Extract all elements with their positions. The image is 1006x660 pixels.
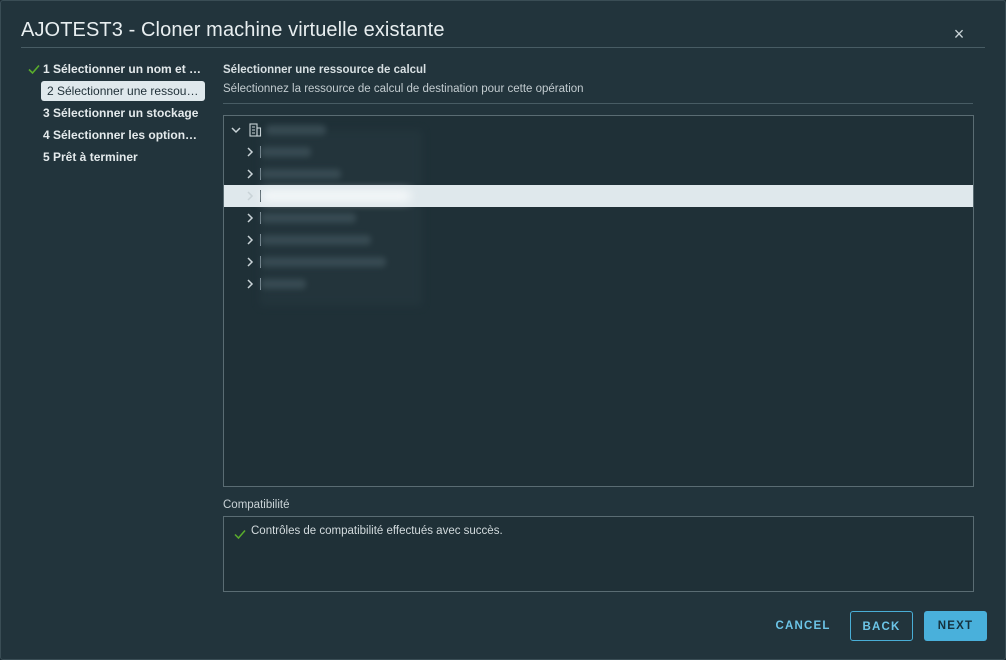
- tree-item[interactable]: [224, 251, 973, 273]
- compute-resource-tree: [223, 115, 974, 487]
- tree-item[interactable]: [224, 141, 973, 163]
- step-label: 5 Prêt à terminer: [43, 150, 138, 164]
- tree-item-name: [261, 191, 411, 201]
- content-divider: [223, 103, 973, 104]
- chevron-down-icon[interactable]: [230, 124, 242, 136]
- cancel-button[interactable]: CANCEL: [767, 611, 839, 641]
- chevron-right-icon[interactable]: [244, 190, 256, 202]
- tree-item-name: [261, 235, 371, 245]
- tree-item[interactable]: [224, 207, 973, 229]
- tree-item-name: [266, 125, 326, 135]
- back-button[interactable]: BACK: [850, 611, 913, 641]
- step-4-select-clone-options[interactable]: 4 Sélectionner les options de clonage: [27, 125, 209, 145]
- compatibility-panel: Contrôles de compatibilité effectués ave…: [223, 516, 974, 592]
- check-icon: [234, 530, 246, 540]
- title-divider: [21, 47, 985, 48]
- step-label: 4 Sélectionner les options de clonage: [43, 128, 209, 142]
- chevron-right-icon[interactable]: [244, 256, 256, 268]
- page-subheading: Sélectionnez la ressource de calcul de d…: [223, 83, 584, 95]
- dialog-title: AJOTEST3 - Cloner machine virtuelle exis…: [21, 19, 445, 41]
- step-3-select-storage[interactable]: 3 Sélectionner un stockage: [27, 103, 209, 123]
- check-icon: [28, 64, 40, 75]
- tree-item[interactable]: [224, 163, 973, 185]
- step-label: 2 Sélectionner une ressource de calcul: [47, 84, 205, 98]
- tree-item[interactable]: [224, 229, 973, 251]
- clone-vm-dialog: AJOTEST3 - Cloner machine virtuelle exis…: [0, 0, 1006, 660]
- step-2-select-compute-resource[interactable]: 2 Sélectionner une ressource de calcul: [41, 81, 205, 101]
- tree-item-name: [261, 257, 386, 267]
- tree-item-name: [261, 213, 356, 223]
- compatibility-message: Contrôles de compatibilité effectués ave…: [251, 525, 503, 537]
- step-label: 1 Sélectionner un nom et un dossier: [43, 62, 209, 76]
- chevron-right-icon[interactable]: [244, 212, 256, 224]
- chevron-right-icon[interactable]: [244, 278, 256, 290]
- tree-item[interactable]: [224, 273, 973, 295]
- tree-item-name: [261, 169, 341, 179]
- chevron-right-icon[interactable]: [244, 234, 256, 246]
- page-heading: Sélectionner une ressource de calcul: [223, 64, 427, 76]
- chevron-right-icon[interactable]: [244, 168, 256, 180]
- tree-root-datacenter[interactable]: [224, 119, 973, 141]
- tree-item-selected[interactable]: [224, 185, 973, 207]
- step-1-select-name-folder[interactable]: 1 Sélectionner un nom et un dossier: [27, 59, 209, 79]
- wizard-steps: 1 Sélectionner un nom et un dossier 2 Sé…: [27, 59, 209, 169]
- tree-item-name: [261, 279, 306, 289]
- compatibility-label: Compatibilité: [223, 499, 290, 511]
- tree-item-name: [261, 147, 311, 157]
- step-5-ready-to-complete[interactable]: 5 Prêt à terminer: [27, 147, 209, 167]
- close-icon[interactable]: ×: [949, 24, 969, 44]
- next-button[interactable]: NEXT: [924, 611, 987, 641]
- step-label: 3 Sélectionner un stockage: [43, 106, 199, 120]
- chevron-right-icon[interactable]: [244, 146, 256, 158]
- datacenter-icon: [249, 123, 262, 137]
